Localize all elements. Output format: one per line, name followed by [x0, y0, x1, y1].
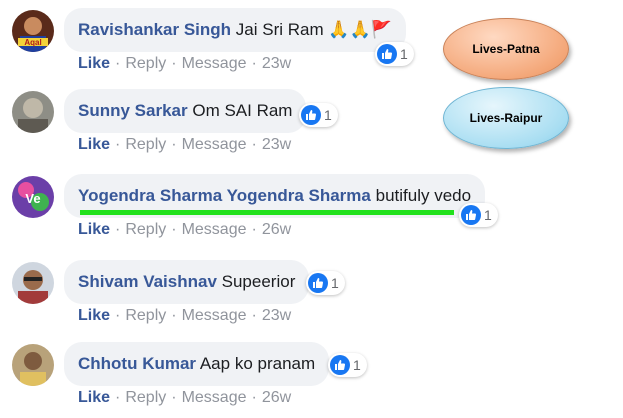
like-link[interactable]: Like — [78, 221, 110, 238]
comment-text: Jai Sri Ram — [235, 20, 324, 39]
like-link[interactable]: Like — [78, 307, 110, 324]
thumbs-up-icon — [377, 44, 397, 64]
avatar-label: Aqal — [24, 38, 41, 47]
comment-bubble: Sunny Sarkar Om SAI Ram — [64, 89, 307, 133]
comment-actions: Like · Reply · Message · 26w — [78, 389, 292, 406]
thumbs-up-icon — [308, 273, 328, 293]
reply-link[interactable]: Reply — [125, 221, 166, 238]
reaction-count[interactable]: 1 — [306, 271, 345, 295]
comment-text: Aap ko pranam — [199, 354, 316, 373]
reaction-count-number: 1 — [400, 46, 408, 62]
reaction-count-number: 1 — [353, 357, 361, 373]
thumbs-up-icon — [301, 105, 321, 125]
author-name[interactable]: Yogendra Sharma Yogendra Sharma — [78, 186, 371, 205]
comment-actions: Like · Reply · Message · 26w — [78, 221, 292, 238]
comment-text: butifuly vedo — [375, 186, 472, 205]
avatar[interactable] — [12, 262, 54, 304]
message-link[interactable]: Message — [182, 221, 247, 238]
like-link[interactable]: Like — [78, 389, 110, 406]
reply-link[interactable]: Reply — [125, 55, 166, 72]
reaction-count-number: 1 — [324, 107, 332, 123]
timestamp[interactable]: 26w — [262, 389, 291, 406]
reaction-count-number: 1 — [331, 275, 339, 291]
avatar[interactable]: Aqal — [12, 10, 54, 52]
like-link[interactable]: Like — [78, 55, 110, 72]
message-link[interactable]: Message — [182, 136, 247, 153]
comment-actions: Like · Reply · Message · 23w — [78, 136, 292, 153]
reaction-count[interactable]: 1 — [328, 353, 367, 377]
comment-text: Om SAI Ram — [192, 101, 293, 120]
message-link[interactable]: Message — [182, 55, 247, 72]
timestamp[interactable]: 23w — [262, 136, 291, 153]
message-link[interactable]: Message — [182, 389, 247, 406]
author-name[interactable]: Shivam Vaishnav — [78, 272, 217, 291]
timestamp[interactable]: 23w — [262, 55, 291, 72]
callout-label: Lives-Raipur — [469, 111, 543, 125]
author-name[interactable]: Sunny Sarkar — [78, 101, 188, 120]
reply-link[interactable]: Reply — [125, 389, 166, 406]
comment-4: Shivam Vaishnav Supeerior 1 Like · Reply · M… — [0, 256, 623, 336]
author-name[interactable]: Chhotu Kumar — [78, 354, 196, 373]
timestamp[interactable]: 23w — [262, 307, 291, 324]
like-link[interactable]: Like — [78, 136, 110, 153]
avatar[interactable] — [12, 344, 54, 386]
comment-bubble: Chhotu Kumar Aap ko pranam — [64, 342, 330, 386]
highlight-underline — [80, 210, 454, 215]
callout-lives-raipur: Lives-Raipur — [443, 87, 569, 149]
comment-bubble: Ravishankar Singh Jai Sri Ram 🙏🙏🚩 — [64, 8, 406, 52]
thumbs-up-icon — [330, 355, 350, 375]
avatar-label: Ve — [25, 191, 40, 206]
avatar[interactable] — [12, 91, 54, 133]
comment-text: Supeerior — [221, 272, 296, 291]
comment-actions: Like · Reply · Message · 23w — [78, 307, 292, 324]
callout-label: Lives-Patna — [472, 42, 540, 56]
comment-bubble: Shivam Vaishnav Supeerior — [64, 260, 310, 304]
reply-link[interactable]: Reply — [125, 136, 166, 153]
folded-hands-emoji-icon: 🙏🙏 — [328, 20, 371, 39]
callout-lives-patna: Lives-Patna — [443, 18, 569, 80]
message-link[interactable]: Message — [182, 307, 247, 324]
reaction-count-number: 1 — [484, 207, 492, 223]
reaction-count[interactable]: 1 — [459, 203, 498, 227]
comment-5: Chhotu Kumar Aap ko pranam 1 Like · Reply ·… — [0, 338, 623, 418]
reply-link[interactable]: Reply — [125, 307, 166, 324]
reaction-count[interactable]: 1 — [299, 103, 338, 127]
thumbs-up-icon — [461, 205, 481, 225]
red-flag-emoji-icon: 🚩 — [370, 20, 392, 39]
avatar[interactable]: Ve — [12, 176, 54, 218]
reaction-count[interactable]: 1 — [375, 42, 414, 66]
comment-actions: Like · Reply · Message · 23w — [78, 55, 292, 72]
timestamp[interactable]: 26w — [262, 221, 291, 238]
author-name[interactable]: Ravishankar Singh — [78, 20, 231, 39]
